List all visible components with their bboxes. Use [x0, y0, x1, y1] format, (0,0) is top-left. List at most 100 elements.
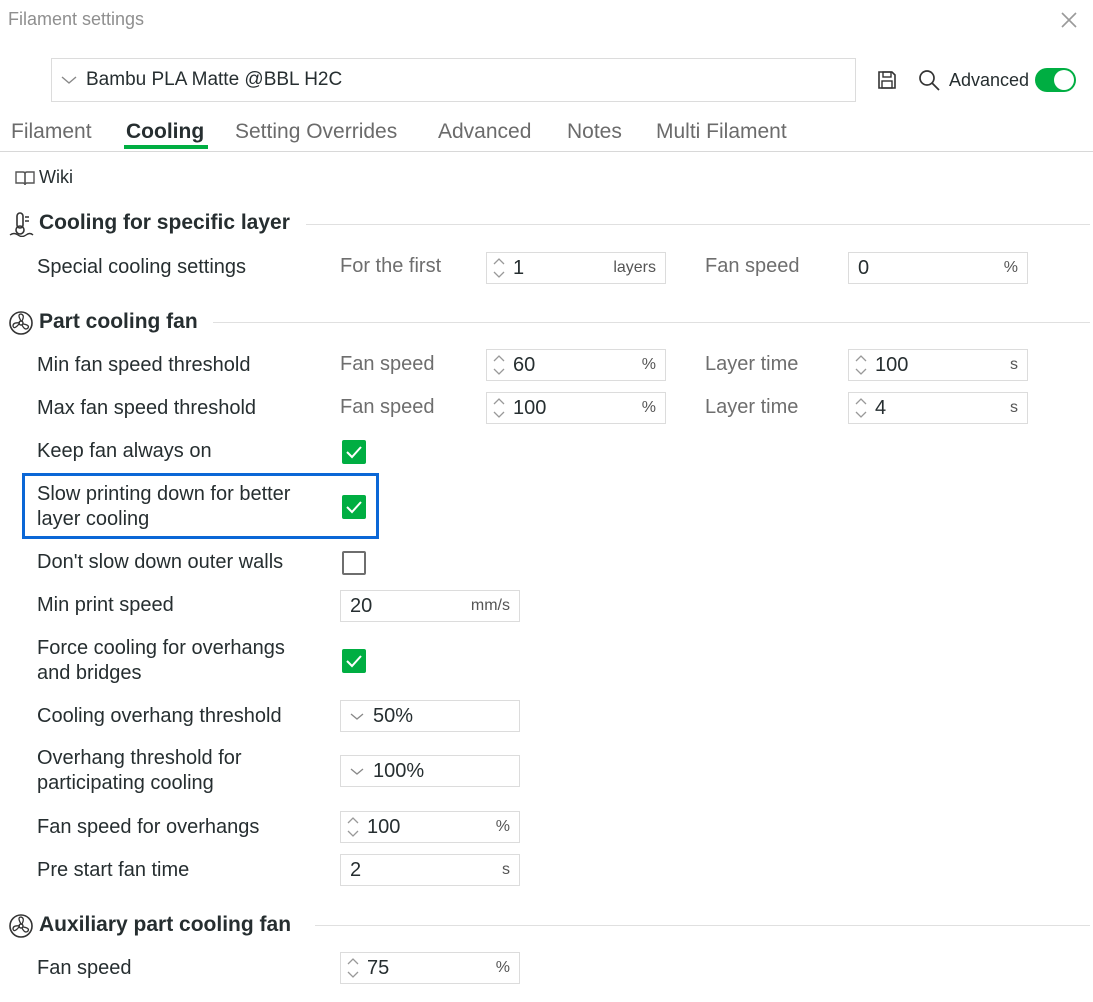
- participating-select[interactable]: 100%: [340, 755, 520, 787]
- chevron-down-icon: [61, 76, 77, 84]
- first-layers-input[interactable]: 1 layers: [486, 252, 666, 284]
- spinner-icon[interactable]: [491, 351, 507, 379]
- spinner-icon[interactable]: [491, 394, 507, 422]
- tab-filament[interactable]: Filament: [11, 120, 92, 144]
- book-icon: [15, 170, 35, 185]
- overhang-fan-unit: %: [495, 818, 510, 835]
- max-layer-time-unit: s: [1010, 399, 1018, 416]
- preset-dropdown[interactable]: Bambu PLA Matte @BBL H2C: [51, 58, 856, 102]
- spinner-icon[interactable]: [345, 813, 361, 841]
- search-icon[interactable]: [917, 68, 941, 92]
- pre-start-input[interactable]: 2 s: [340, 854, 520, 886]
- max-fan-speed-unit: %: [641, 399, 656, 416]
- overhang-fan-value: 100: [367, 815, 401, 838]
- overhang-threshold-value: 50%: [373, 704, 414, 727]
- min-print-speed-unit: mm/s: [470, 597, 510, 614]
- spinner-icon[interactable]: [491, 254, 507, 282]
- keep-fan-label: Keep fan always on: [37, 440, 212, 462]
- tab-notes[interactable]: Notes: [567, 120, 622, 144]
- participating-label: Overhang threshold for participating coo…: [37, 746, 242, 796]
- dont-slow-outer-label: Don't slow down outer walls: [37, 551, 284, 573]
- force-cooling-label-line1: Force cooling for overhangs: [37, 637, 285, 659]
- max-layer-time-input[interactable]: 4 s: [848, 392, 1028, 424]
- aux-fan-speed-input[interactable]: 75 %: [340, 952, 520, 984]
- advanced-toggle[interactable]: [1035, 68, 1076, 92]
- min-print-speed-value: 20: [350, 594, 373, 617]
- min-fan-speed-input[interactable]: 60 %: [486, 349, 666, 381]
- special-fan-speed-unit: %: [1003, 259, 1018, 276]
- min-fan-speed-unit: %: [641, 356, 656, 373]
- aux-fan-speed-label: Fan speed: [37, 957, 132, 979]
- min-layer-time-input[interactable]: 100 s: [848, 349, 1028, 381]
- fan-speed-label: Fan speed: [340, 353, 435, 375]
- section-title: Auxiliary part cooling fan: [39, 913, 292, 936]
- advanced-label: Advanced: [949, 70, 1030, 90]
- spinner-icon[interactable]: [853, 351, 869, 379]
- section-divider: [306, 224, 1090, 225]
- chevron-down-icon: [350, 768, 364, 775]
- overhang-fan-input[interactable]: 100 %: [340, 811, 520, 843]
- check-icon: [346, 655, 362, 668]
- slow-down-checkbox[interactable]: [342, 495, 366, 519]
- fan-icon: [9, 914, 33, 938]
- wiki-label: Wiki: [39, 167, 73, 187]
- participating-value: 100%: [373, 759, 425, 782]
- slow-down-label-line1: Slow printing down for better: [37, 483, 291, 505]
- spinner-icon[interactable]: [853, 394, 869, 422]
- overhang-threshold-label: Cooling overhang threshold: [37, 705, 282, 727]
- close-icon[interactable]: [1057, 8, 1081, 32]
- for-first-label: For the first: [340, 255, 442, 277]
- participating-label-line2: participating cooling: [37, 772, 214, 794]
- fan-speed-label: Fan speed: [340, 396, 435, 418]
- force-cooling-label: Force cooling for overhangs and bridges: [37, 636, 285, 686]
- first-layers-value: 1: [513, 256, 525, 279]
- aux-fan-speed-unit: %: [495, 959, 510, 976]
- thermometer-icon: [9, 212, 34, 237]
- special-cooling-label: Special cooling settings: [37, 256, 247, 278]
- min-print-speed-label: Min print speed: [37, 594, 174, 616]
- tab-cooling[interactable]: Cooling: [126, 120, 204, 144]
- slow-down-label: Slow printing down for better layer cool…: [37, 482, 290, 532]
- participating-label-line1: Overhang threshold for: [37, 747, 242, 769]
- max-layer-time-value: 4: [875, 396, 887, 419]
- section-title: Part cooling fan: [39, 310, 198, 333]
- tab-setting-overrides[interactable]: Setting Overrides: [235, 120, 397, 144]
- pre-start-unit: s: [502, 861, 510, 878]
- min-layer-time-unit: s: [1010, 356, 1018, 373]
- overhang-fan-label: Fan speed for overhangs: [37, 816, 260, 838]
- max-threshold-label: Max fan speed threshold: [37, 397, 257, 419]
- active-tab-indicator: [124, 145, 208, 149]
- min-print-speed-input[interactable]: 20 mm/s: [340, 590, 520, 622]
- first-layers-unit: layers: [613, 259, 656, 276]
- pre-start-value: 2: [350, 858, 362, 881]
- force-cooling-checkbox[interactable]: [342, 649, 366, 673]
- section-title: Cooling for specific layer: [39, 211, 290, 234]
- min-layer-time-value: 100: [875, 353, 909, 376]
- overhang-threshold-select[interactable]: 50%: [340, 700, 520, 732]
- slow-down-label-line2: layer cooling: [37, 508, 150, 530]
- layer-time-label: Layer time: [705, 396, 799, 418]
- spinner-icon[interactable]: [345, 954, 361, 982]
- max-fan-speed-value: 100: [513, 396, 547, 419]
- fan-icon: [9, 311, 33, 335]
- wiki-link[interactable]: Wiki: [14, 167, 73, 188]
- min-fan-speed-value: 60: [513, 353, 536, 376]
- keep-fan-checkbox[interactable]: [342, 440, 366, 464]
- preset-name: Bambu PLA Matte @BBL H2C: [86, 69, 343, 90]
- section-divider: [213, 322, 1090, 323]
- aux-fan-speed-value: 75: [367, 956, 390, 979]
- layer-time-label: Layer time: [705, 353, 799, 375]
- special-fan-speed-input[interactable]: 0 %: [848, 252, 1028, 284]
- tab-advanced[interactable]: Advanced: [438, 120, 531, 144]
- check-icon: [346, 501, 362, 514]
- window-title: Filament settings: [8, 9, 145, 29]
- max-fan-speed-input[interactable]: 100 %: [486, 392, 666, 424]
- min-threshold-label: Min fan speed threshold: [37, 354, 251, 376]
- special-fan-speed-value: 0: [858, 256, 870, 279]
- dont-slow-outer-checkbox[interactable]: [342, 551, 366, 575]
- save-icon[interactable]: [876, 69, 898, 91]
- chevron-down-icon: [350, 713, 364, 720]
- tab-multi-filament[interactable]: Multi Filament: [656, 120, 787, 144]
- section-divider: [315, 925, 1090, 926]
- pre-start-label: Pre start fan time: [37, 859, 190, 881]
